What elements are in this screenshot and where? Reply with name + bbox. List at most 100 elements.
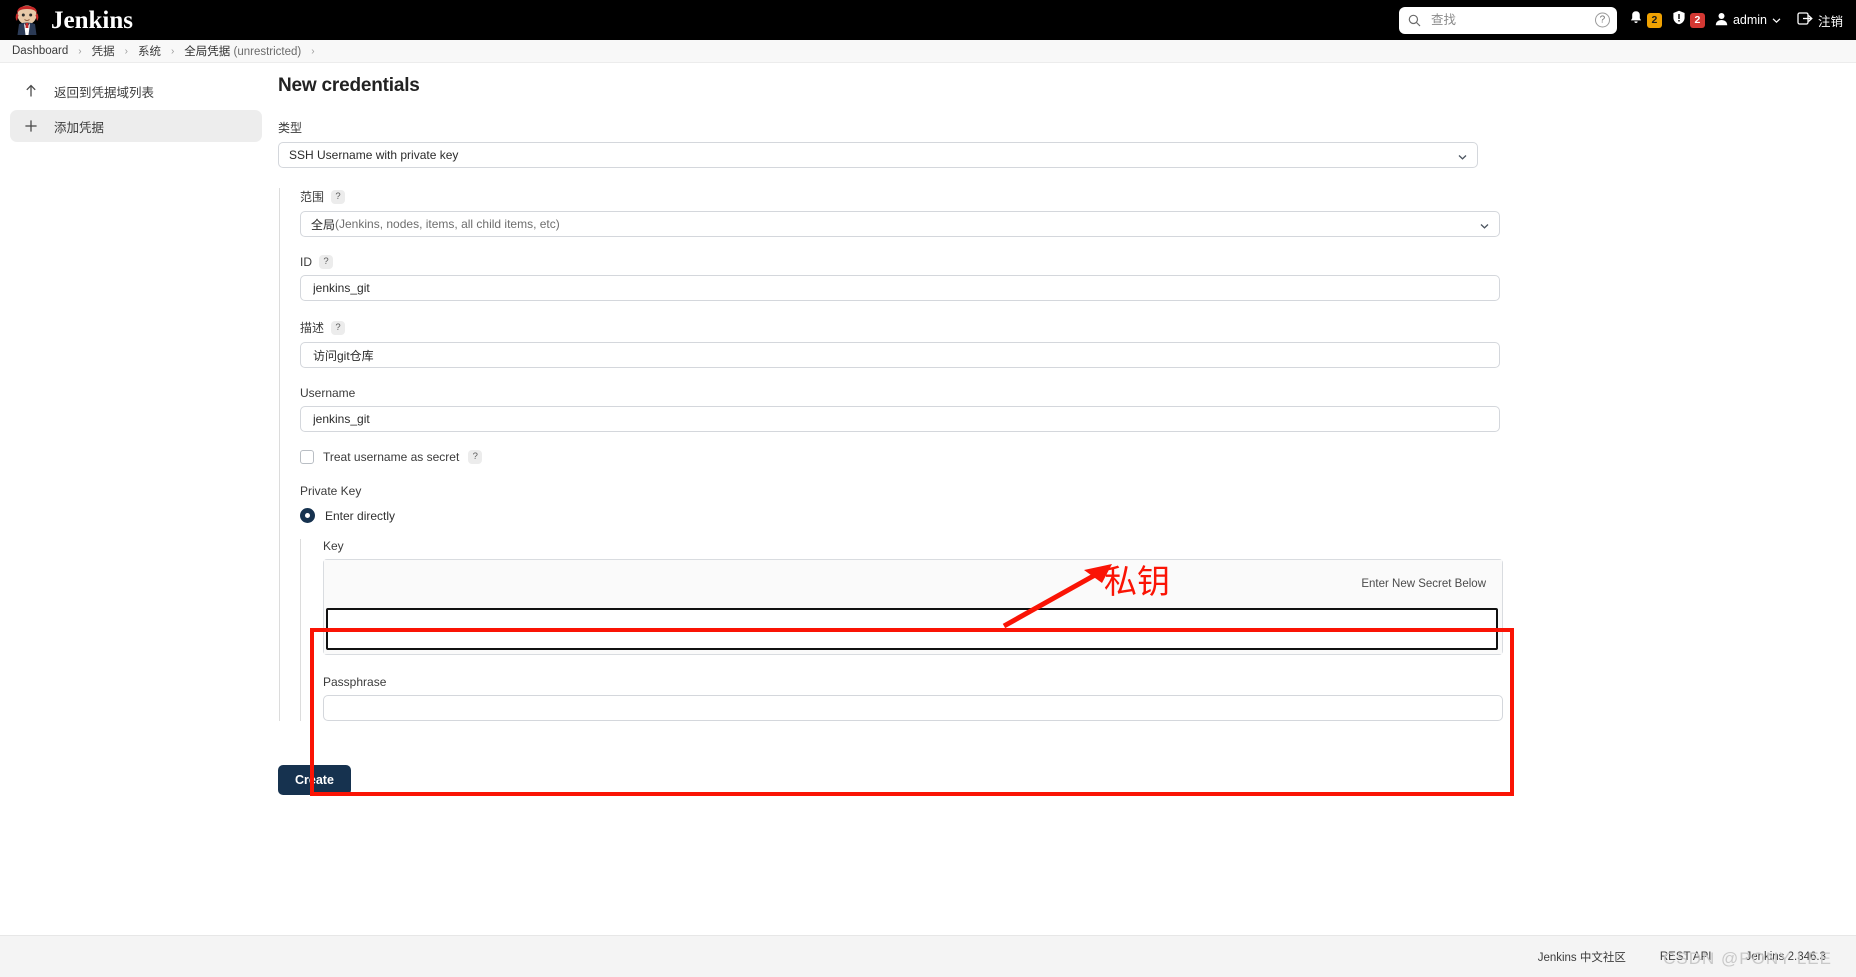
secret-notice-text: Enter New Secret Below: [1361, 578, 1486, 590]
breadcrumb: Dashboard › 凭据 › 系统 › 全局凭据 (unrestricted…: [0, 40, 1856, 63]
scope-value-detail: (Jenkins, nodes, items, all child items,…: [335, 217, 560, 231]
brand-title: Jenkins: [51, 6, 133, 34]
scope-group: 范围 ? 全局 (Jenkins, nodes, items, all chil…: [300, 188, 1519, 237]
logout-label: 注销: [1817, 14, 1843, 29]
username-group: Username: [300, 386, 1519, 432]
notification-count-badge[interactable]: 2: [1646, 12, 1662, 28]
scope-select[interactable]: 全局 (Jenkins, nodes, items, all child ite…: [300, 211, 1500, 237]
credential-type-value: SSH Username with private key: [289, 148, 459, 162]
sidebar-item-label: 返回到凭据域列表: [54, 85, 155, 100]
enter-directly-radio[interactable]: [300, 508, 315, 523]
id-input-wrapper[interactable]: [300, 275, 1500, 301]
id-help-icon[interactable]: ?: [319, 255, 333, 269]
id-label-text: ID: [300, 255, 312, 269]
sidebar-item-back-to-domain-list[interactable]: 返回到凭据域列表: [10, 75, 262, 107]
page-footer: Jenkins 中文社区 REST API Jenkins 2.346.3: [0, 935, 1856, 977]
treat-username-as-secret-row[interactable]: Treat username as secret ?: [300, 450, 1519, 464]
footer-community-link[interactable]: Jenkins 中文社区: [1538, 949, 1626, 965]
breadcrumb-separator: ›: [78, 45, 82, 57]
search-input[interactable]: [1428, 12, 1589, 28]
description-input-wrapper[interactable]: [300, 342, 1500, 368]
jenkins-brand[interactable]: Jenkins: [12, 4, 133, 36]
private-key-label-text: Private Key: [300, 484, 362, 498]
breadcrumb-separator: ›: [170, 45, 175, 57]
sidebar: 返回到凭据域列表 添加凭据: [0, 75, 272, 145]
logout-button[interactable]: 注销: [1797, 11, 1843, 30]
jenkins-butler-logo-icon: [12, 4, 42, 36]
description-label-text: 描述: [300, 321, 325, 335]
passphrase-input[interactable]: [334, 700, 1492, 716]
username-input[interactable]: [311, 411, 1489, 427]
key-section: Key Enter New Secret Below Passphrase: [300, 539, 1530, 721]
description-help-icon[interactable]: ?: [331, 320, 346, 335]
radio-selected-dot: [305, 513, 310, 518]
credential-type-select[interactable]: SSH Username with private key: [278, 142, 1478, 168]
sidebar-item-add-credentials[interactable]: 添加凭据: [10, 110, 262, 142]
breadcrumb-global-label: 全局凭据: [184, 46, 231, 58]
arrow-up-icon: [24, 84, 38, 98]
passphrase-label-text: Passphrase: [323, 675, 387, 689]
id-group: ID ?: [300, 255, 1519, 301]
key-label: Key: [323, 539, 1530, 553]
security-count-badge[interactable]: 2: [1689, 12, 1705, 28]
breadcrumb-separator: ›: [124, 45, 128, 57]
search-help-icon[interactable]: ?: [1594, 12, 1610, 28]
security-indicator[interactable]: 2: [1672, 10, 1705, 30]
search-box[interactable]: ?: [1398, 6, 1617, 34]
scope-label: 范围 ?: [300, 188, 1519, 205]
passphrase-input-wrapper[interactable]: [323, 695, 1503, 721]
bell-icon[interactable]: [1629, 10, 1643, 30]
id-label: ID ?: [300, 255, 1519, 269]
username-label: Username: [300, 386, 1519, 400]
header-right-group: ? 2 2: [1398, 0, 1856, 40]
page-title: New credentials: [278, 75, 420, 96]
app-header: Jenkins ? 2: [0, 0, 1856, 40]
user-icon: [1715, 12, 1728, 29]
notifications-indicator[interactable]: 2: [1629, 10, 1662, 30]
logout-icon: [1797, 11, 1813, 29]
secret-textarea-shell: Enter New Secret Below: [323, 559, 1503, 655]
create-button[interactable]: Create: [278, 765, 351, 795]
passphrase-label: Passphrase: [323, 675, 1530, 689]
footer-rest-api-link[interactable]: REST API: [1660, 951, 1712, 963]
description-input[interactable]: [311, 347, 1489, 363]
credential-type-label: 类型: [278, 119, 1478, 136]
sidebar-item-label: 添加凭据: [54, 120, 105, 135]
private-key-label: Private Key: [300, 484, 1519, 498]
breadcrumb-global-suffix: (unrestricted): [230, 46, 302, 58]
breadcrumb-item-global-credentials[interactable]: 全局凭据 (unrestricted): [184, 43, 301, 59]
private-key-textarea[interactable]: [326, 608, 1498, 650]
breadcrumb-item-dashboard[interactable]: Dashboard: [12, 45, 68, 57]
treat-username-as-secret-checkbox[interactable]: [300, 450, 314, 464]
plus-icon: [24, 119, 38, 133]
search-icon: [1408, 14, 1421, 27]
breadcrumb-item-system[interactable]: 系统: [138, 43, 161, 59]
description-group: 描述 ?: [300, 319, 1519, 368]
credential-type-group: 类型 SSH Username with private key: [278, 119, 1478, 168]
id-input[interactable]: [311, 280, 1489, 296]
credential-details-section: 范围 ? 全局 (Jenkins, nodes, items, all chil…: [279, 188, 1519, 721]
main-content: New credentials 类型 SSH Username with pri…: [278, 75, 1838, 795]
shield-alert-icon[interactable]: [1672, 10, 1686, 30]
username-label-text: Username: [300, 386, 356, 400]
chevron-down-icon[interactable]: [1480, 220, 1489, 229]
username-input-wrapper[interactable]: [300, 406, 1500, 432]
chevron-down-icon[interactable]: [1458, 151, 1467, 160]
enter-directly-label: Enter directly: [325, 508, 396, 523]
scope-value-primary: 全局: [311, 217, 336, 232]
key-label-text: Key: [323, 539, 344, 553]
secret-textarea-wrapper: [324, 608, 1502, 654]
description-label: 描述 ?: [300, 319, 1519, 336]
enter-directly-row[interactable]: Enter directly: [300, 508, 1519, 523]
treat-username-as-secret-help-icon[interactable]: ?: [468, 450, 483, 464]
passphrase-group: Passphrase: [323, 675, 1530, 721]
footer-version: Jenkins 2.346.3: [1745, 950, 1826, 963]
breadcrumb-item-credentials[interactable]: 凭据: [92, 43, 115, 59]
credential-type-label-text: 类型: [278, 121, 303, 135]
user-menu[interactable]: admin: [1715, 12, 1781, 29]
breadcrumb-separator: ›: [311, 45, 315, 57]
secret-notice: Enter New Secret Below: [324, 560, 1502, 608]
scope-help-icon[interactable]: ?: [331, 189, 346, 204]
chevron-down-icon[interactable]: [1772, 13, 1781, 27]
treat-username-as-secret-label: Treat username as secret: [323, 450, 460, 464]
